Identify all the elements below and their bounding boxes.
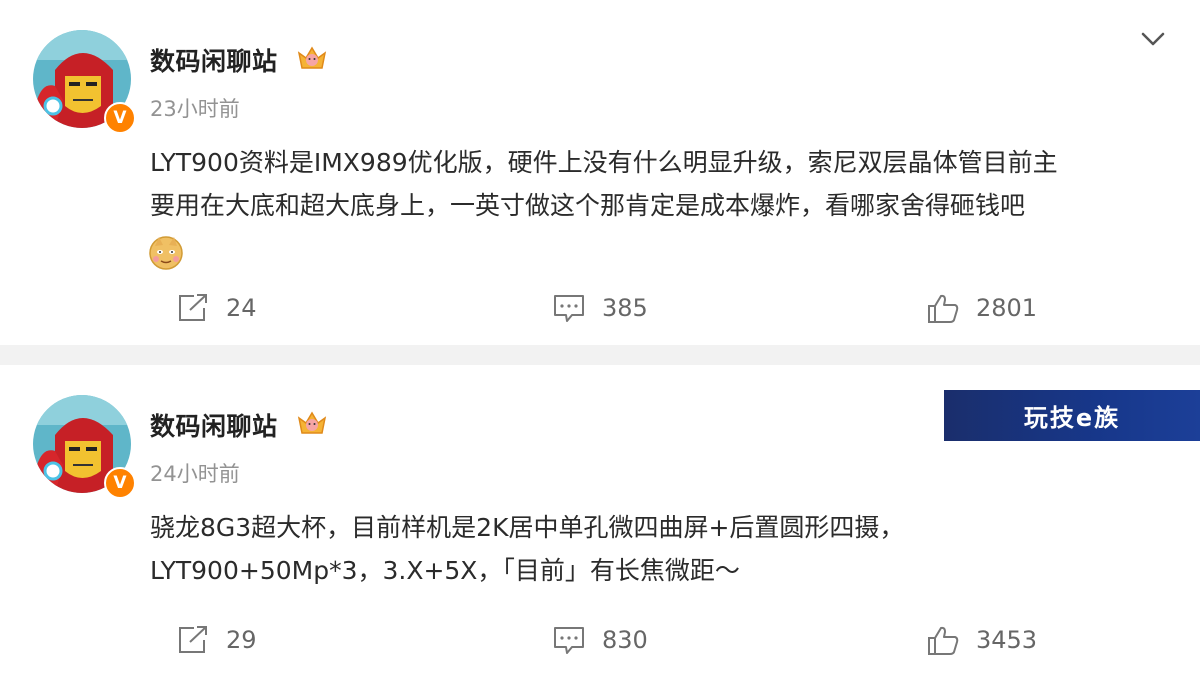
like-button[interactable]: 2801	[926, 292, 1037, 324]
like-icon	[928, 294, 959, 323]
repost-icon	[179, 626, 207, 653]
comment-button[interactable]: 385	[552, 292, 648, 324]
crown-icon	[297, 411, 327, 434]
username[interactable]: 数码闲聊站	[150, 407, 278, 443]
repost-button[interactable]: 29	[176, 624, 257, 656]
repost-count: 24	[226, 294, 257, 322]
content-line: 要用在大底和超大底身上，一英寸做这个那肯定是成本爆炸，看哪家舍得砸钱吧	[150, 191, 1026, 220]
comment-icon	[554, 295, 584, 322]
crown-icon	[297, 46, 327, 69]
post-content: LYT900资料是IMX989优化版，硬件上没有什么明显升级，索尼双层晶体管目前…	[150, 141, 1180, 227]
comment-icon	[554, 627, 584, 654]
repost-icon	[179, 294, 207, 321]
comment-count: 385	[602, 294, 648, 322]
chevron-down-icon[interactable]	[1138, 26, 1168, 52]
watermark-logo: 玩技e族	[944, 390, 1200, 441]
content-line: LYT900+50Mp*3，3.X+5X，「目前」有长焦微距～	[150, 556, 740, 585]
comment-button[interactable]: 830	[552, 624, 648, 656]
post-content: 骁龙8G3超大杯，目前样机是2K居中单孔微四曲屏+后置圆形四摄， LYT900+…	[150, 506, 1180, 592]
like-count: 2801	[976, 294, 1038, 322]
content-line: 骁龙8G3超大杯，目前样机是2K居中单孔微四曲屏+后置圆形四摄，	[150, 513, 905, 542]
verified-badge: V	[104, 467, 136, 499]
doge-emoji	[149, 236, 183, 270]
content-line: LYT900资料是IMX989优化版，硬件上没有什么明显升级，索尼双层晶体管目前…	[150, 148, 1058, 177]
repost-count: 29	[226, 626, 257, 654]
like-button[interactable]: 3453	[926, 624, 1037, 656]
timestamp: 23小时前	[150, 97, 240, 121]
timestamp: 24小时前	[150, 462, 240, 486]
like-icon	[928, 626, 959, 655]
post-card: V 数码闲聊站 23小时前 LYT900资料是IMX989优化版，硬件上没有什么…	[0, 0, 1200, 345]
repost-button[interactable]: 24	[176, 292, 257, 324]
like-count: 3453	[976, 626, 1038, 654]
verified-badge: V	[104, 102, 136, 134]
comment-count: 830	[602, 626, 648, 654]
username[interactable]: 数码闲聊站	[150, 42, 278, 78]
